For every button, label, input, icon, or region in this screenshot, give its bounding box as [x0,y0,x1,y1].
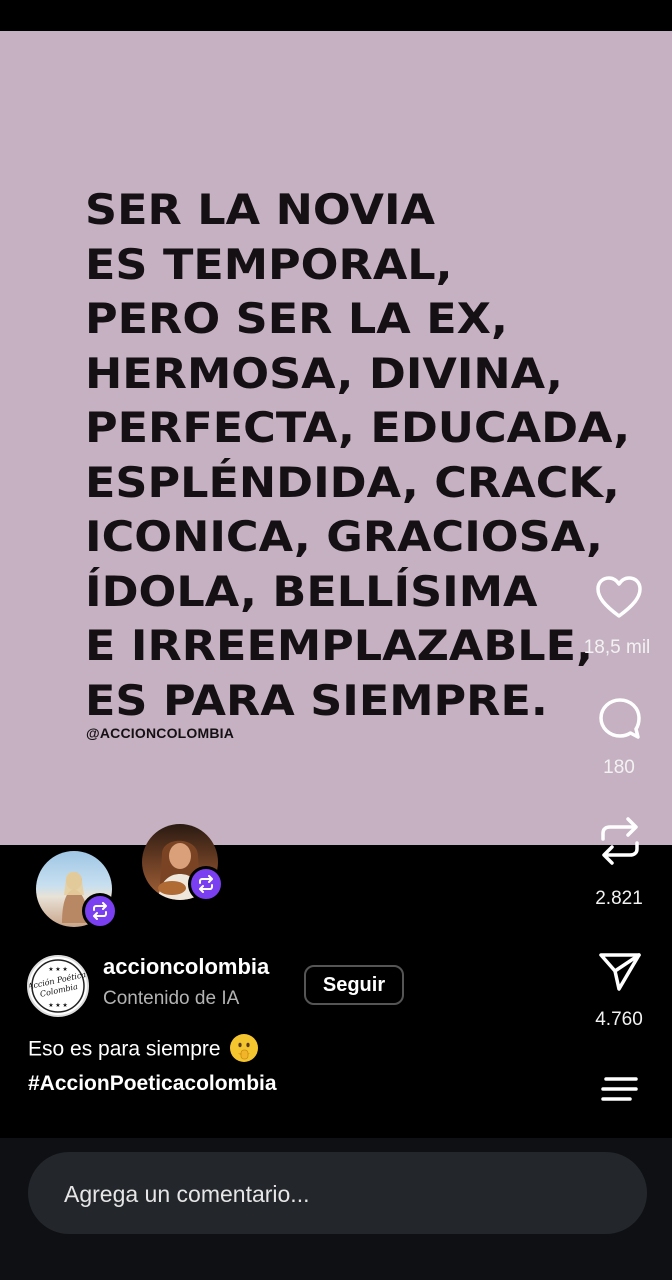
like-button[interactable] [594,574,644,620]
brand-logo: Acción Poética Colombia ★ ★ ★ ★ ★ ★ [26,959,87,1013]
follow-button[interactable]: Seguir [304,965,404,1005]
svg-text:★ ★ ★: ★ ★ ★ [48,966,67,973]
menu-icon [601,1077,638,1101]
svg-text:★ ★ ★: ★ ★ ★ [48,1002,67,1009]
repost-icon [93,902,107,920]
share-button[interactable] [597,949,643,993]
heart-icon [596,576,642,618]
like-count: 18,5 mil [583,637,651,658]
repost-count: 2.821 [595,888,643,909]
repost-icon [199,875,213,893]
shushing-face-emoji-icon [230,1034,259,1062]
comment-count: 180 [603,757,635,778]
post-caption: Eso es para siempre [28,1034,259,1064]
send-icon [599,953,641,991]
comment-button[interactable] [597,696,643,742]
comment-icon [599,698,641,739]
post-hashtag[interactable]: #AccionPoeticacolombia [28,1072,277,1096]
comment-field[interactable] [28,1152,647,1236]
share-count: 4.760 [595,1009,643,1030]
repost-badge [82,893,118,929]
repost-icon [601,817,639,865]
comment-input[interactable] [62,1152,626,1236]
post-quote-text: SER LA NOVIA ES TEMPORAL, PERO SER LA EX… [85,185,631,725]
author-username[interactable]: accioncolombia [103,954,269,980]
caption-text: Eso es para siempre [28,1037,221,1061]
repost-badge [188,866,224,902]
repost-button[interactable] [597,815,643,867]
author-avatar[interactable]: Acción Poética Colombia ★ ★ ★ ★ ★ ★ [26,955,89,1017]
status-bar [0,0,672,31]
menu-button[interactable] [600,1076,640,1102]
ai-content-label: Contenido de IA [103,988,240,1009]
post-watermark: @ACCIONCOLOMBIA [86,725,235,741]
